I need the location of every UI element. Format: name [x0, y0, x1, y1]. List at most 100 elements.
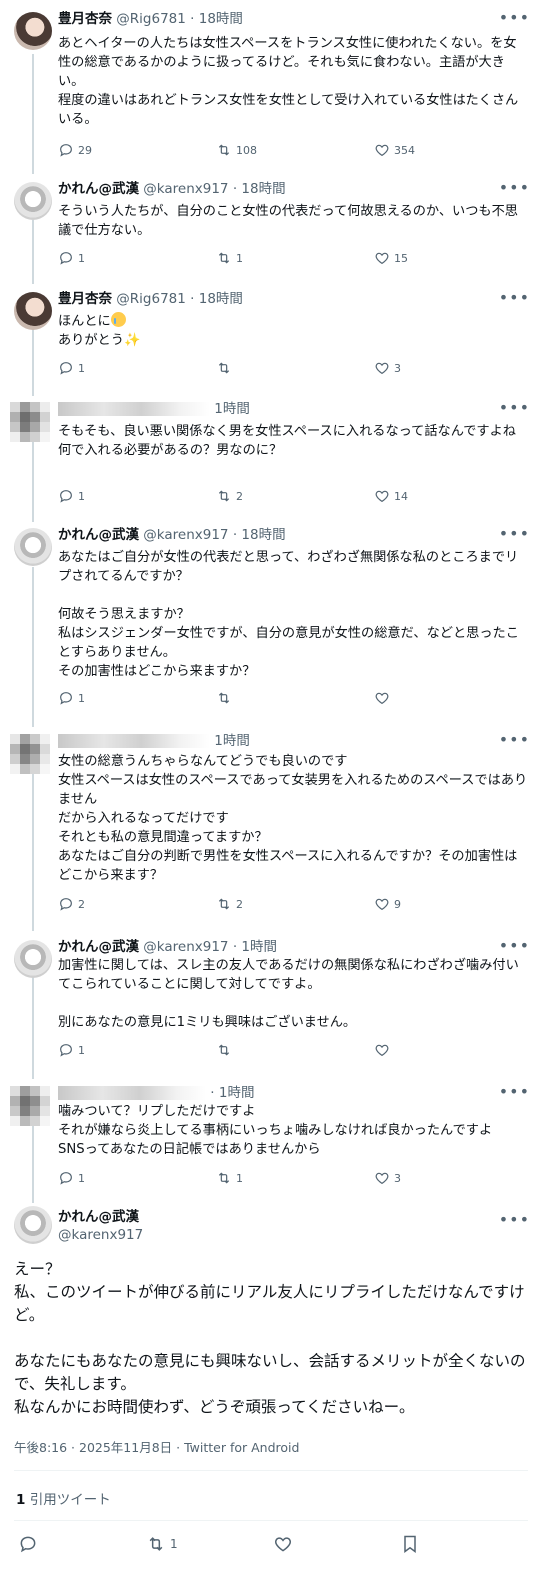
blurred-username: [58, 402, 210, 416]
more-options-icon[interactable]: •••: [499, 730, 530, 749]
tweet[interactable]: 1時間 ••• 女性の総意うんちゃらなんてどうでも良いのです 女性スペースは女性…: [0, 722, 550, 928]
separator-dot: ·: [190, 291, 195, 307]
tweet[interactable]: 1時間 ••• そもそも、良い悪い関係なく男を女性スペースに入れるなって話なんで…: [0, 390, 550, 516]
like-button[interactable]: 14: [374, 488, 408, 504]
timestamp[interactable]: 1時間: [241, 939, 277, 955]
display-name[interactable]: 豊月杏奈: [58, 11, 112, 27]
timestamp[interactable]: 1時間: [214, 733, 250, 749]
tweet[interactable]: かれん@武漢 @karenx917 · 18時間 ••• あなたはご自分が女性の…: [0, 516, 550, 722]
more-options-icon[interactable]: •••: [499, 398, 530, 417]
reply-button[interactable]: 1: [58, 690, 85, 706]
user-handle[interactable]: @karenx917: [58, 1226, 143, 1244]
retweet-button[interactable]: 2: [216, 896, 243, 912]
tweet[interactable]: かれん@武漢 @karenx917 · 18時間 ••• そういう人たちが、自分…: [0, 170, 550, 280]
more-options-icon[interactable]: •••: [499, 524, 530, 543]
reply-button[interactable]: 1: [58, 1170, 85, 1186]
user-handle[interactable]: @karenx917: [143, 939, 228, 955]
quote-label: 引用ツイート: [29, 1492, 111, 1508]
reply-button[interactable]: 2: [58, 896, 85, 912]
retweet-icon: [218, 362, 230, 374]
like-button[interactable]: 9: [374, 896, 401, 912]
avatar[interactable]: [10, 402, 50, 442]
reply-button[interactable]: 1: [58, 250, 85, 266]
retweet-button[interactable]: 108: [216, 142, 257, 158]
like-count: 15: [394, 251, 408, 265]
tweet-header: 豊月杏奈 @Rig6781 · 18時間: [58, 290, 243, 308]
quote-count: 1: [16, 1492, 26, 1508]
retweet-button[interactable]: 1: [216, 250, 243, 266]
display-name[interactable]: 豊月杏奈: [58, 291, 112, 307]
avatar[interactable]: [14, 12, 52, 50]
timestamp[interactable]: 18時間: [199, 291, 243, 307]
more-options-icon[interactable]: •••: [499, 8, 530, 27]
timestamp[interactable]: 1時間: [219, 1085, 255, 1101]
user-handle[interactable]: @karenx917: [143, 527, 228, 543]
divider: [14, 1470, 528, 1471]
action-bar: 2 2 9: [58, 896, 538, 914]
tweet[interactable]: 豊月杏奈 @Rig6781 · 18時間 ••• ほんとに ありがとう✨ 1 3: [0, 280, 550, 390]
avatar[interactable]: [14, 1206, 52, 1244]
tweet-header: かれん@武漢 @karenx917: [58, 1208, 143, 1244]
tweet[interactable]: · 1時間 ••• 噛みついて？リプしただけですよ それが嫌なら炎上してる事柄に…: [0, 1074, 550, 1200]
reply-button[interactable]: 1: [58, 488, 85, 504]
quote-tweets-link[interactable]: 1 引用ツイート: [16, 1488, 111, 1508]
heart-icon: [375, 898, 389, 911]
retweet-button[interactable]: 2: [216, 488, 243, 504]
avatar[interactable]: [14, 940, 52, 978]
tweet[interactable]: かれん@武漢 @karenx917 · 1時間 ••• 加害性に関しては、スレ主…: [0, 928, 550, 1074]
bookmark-button[interactable]: [400, 1534, 420, 1554]
more-options-icon[interactable]: •••: [499, 178, 530, 197]
more-options-icon[interactable]: •••: [499, 936, 530, 955]
reply-count: 1: [78, 1043, 85, 1057]
retweet-button[interactable]: [216, 690, 232, 706]
reply-button[interactable]: 1: [58, 360, 85, 376]
like-count: 14: [394, 489, 408, 503]
timestamp[interactable]: 18時間: [199, 11, 243, 27]
retweet-count: 2: [236, 489, 243, 503]
reply-button[interactable]: 29: [58, 142, 92, 158]
timestamp[interactable]: 18時間: [241, 527, 285, 543]
more-options-icon[interactable]: •••: [499, 288, 530, 307]
avatar[interactable]: [14, 292, 52, 330]
avatar[interactable]: [14, 528, 52, 566]
like-count: 354: [394, 143, 415, 157]
like-button[interactable]: 3: [374, 1170, 401, 1186]
display-name[interactable]: かれん@武漢: [58, 181, 139, 197]
display-name[interactable]: かれん@武漢: [58, 939, 139, 955]
like-button[interactable]: [273, 1534, 293, 1554]
like-button[interactable]: [374, 690, 390, 706]
timestamp[interactable]: 18時間: [241, 181, 285, 197]
tweet-text: あとヘイターの人たちは女性スペースをトランス女性に使われたくない。を女性の総意で…: [58, 36, 519, 127]
display-name[interactable]: かれん@武漢: [58, 1208, 143, 1226]
tweet-text: ほんとに ありがとう✨: [58, 312, 528, 350]
retweet-button[interactable]: 1: [216, 1170, 243, 1186]
tweet-metadata[interactable]: 午後8:16 · 2025年11月8日 · Twitter for Androi…: [14, 1437, 299, 1456]
heart-icon: [375, 490, 389, 503]
avatar[interactable]: [10, 734, 50, 774]
tweet[interactable]: 豊月杏奈 @Rig6781 · 18時間 ••• あとヘイターの人たちは女性スペ…: [0, 0, 550, 170]
timestamp[interactable]: 1時間: [214, 401, 250, 417]
user-handle[interactable]: @Rig6781: [116, 11, 186, 27]
display-name[interactable]: かれん@武漢: [58, 527, 139, 543]
reply-button[interactable]: 1: [58, 1042, 85, 1058]
tweet-header: かれん@武漢 @karenx917 · 18時間: [58, 526, 286, 544]
avatar[interactable]: [10, 1086, 50, 1126]
heart-icon: [375, 692, 389, 705]
user-handle[interactable]: @Rig6781: [116, 291, 186, 307]
retweet-button[interactable]: [216, 360, 232, 376]
retweet-button[interactable]: 1: [146, 1534, 178, 1554]
like-button[interactable]: 354: [374, 142, 415, 158]
like-button[interactable]: 3: [374, 360, 401, 376]
retweet-button[interactable]: [216, 1042, 232, 1058]
separator-dot: ·: [190, 11, 195, 27]
like-button[interactable]: 15: [374, 250, 408, 266]
crying-face-icon: [110, 312, 126, 327]
reply-button[interactable]: [18, 1534, 38, 1554]
user-handle[interactable]: @karenx917: [143, 181, 228, 197]
retweet-icon: [149, 1537, 163, 1551]
avatar[interactable]: [14, 182, 52, 220]
like-button[interactable]: [374, 1042, 390, 1058]
tweet-text: 女性の総意うんちゃらなんてどうでも良いのです 女性スペースは女性のスペースであっ…: [58, 754, 528, 883]
more-options-icon[interactable]: •••: [499, 1082, 530, 1101]
more-options-icon[interactable]: •••: [499, 1210, 530, 1229]
